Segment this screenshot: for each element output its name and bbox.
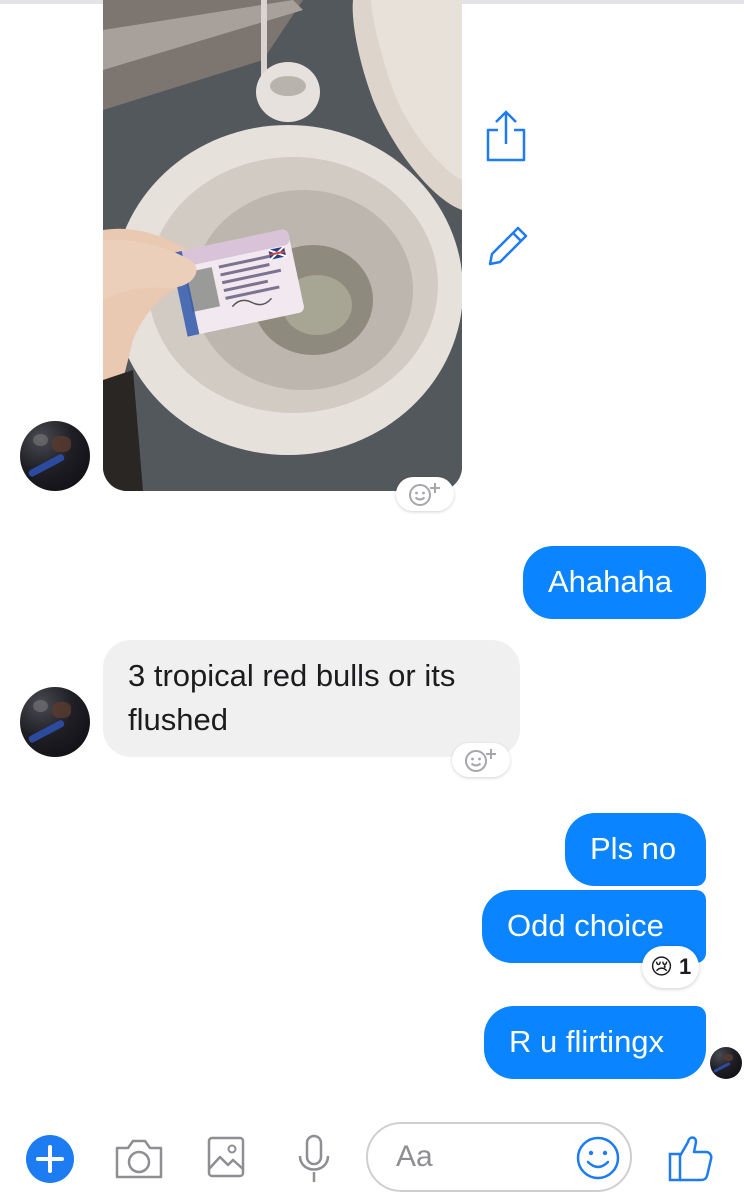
- contact-avatar[interactable]: [20, 687, 90, 757]
- thumbs-up-icon[interactable]: [666, 1132, 714, 1184]
- edit-icon[interactable]: [484, 222, 532, 270]
- contact-avatar[interactable]: [20, 421, 90, 491]
- message-text-line: 3 tropical red bulls or its: [128, 658, 456, 693]
- message-text: Pls no: [590, 831, 677, 866]
- message-bubble-outgoing[interactable]: Ahahaha: [523, 546, 706, 619]
- message-text-line: flushed: [128, 702, 228, 737]
- message-input[interactable]: Aa: [366, 1122, 632, 1192]
- share-icon[interactable]: [484, 108, 528, 164]
- message-bubble-incoming[interactable]: 3 tropical red bulls or its flushed: [103, 640, 520, 757]
- read-receipt-avatar: [710, 1047, 742, 1079]
- reaction-badge[interactable]: 😢 1: [642, 946, 700, 988]
- message-bubble-outgoing[interactable]: Pls no: [565, 813, 706, 886]
- message-text: Ahahaha: [548, 564, 673, 599]
- add-reaction-icon: [409, 483, 440, 506]
- message-text: Odd choice: [507, 908, 664, 943]
- add-reaction-button[interactable]: [396, 477, 454, 511]
- emoji-icon[interactable]: [576, 1136, 620, 1180]
- add-reaction-icon: [465, 749, 496, 772]
- add-reaction-button[interactable]: [452, 743, 510, 777]
- reaction-count: 1: [678, 954, 692, 979]
- microphone-icon[interactable]: [296, 1134, 332, 1184]
- camera-icon[interactable]: [114, 1136, 164, 1180]
- message-composer: Aa: [0, 1110, 744, 1195]
- plus-icon[interactable]: [25, 1134, 75, 1184]
- message-text: R u flirtingx: [509, 1024, 665, 1059]
- crying-emoji-icon: 😢: [650, 954, 673, 979]
- message-input-placeholder: Aa: [396, 1140, 433, 1173]
- photo-message[interactable]: [103, 0, 462, 491]
- message-bubble-outgoing[interactable]: R u flirtingx: [484, 1006, 706, 1079]
- gallery-icon[interactable]: [206, 1135, 246, 1179]
